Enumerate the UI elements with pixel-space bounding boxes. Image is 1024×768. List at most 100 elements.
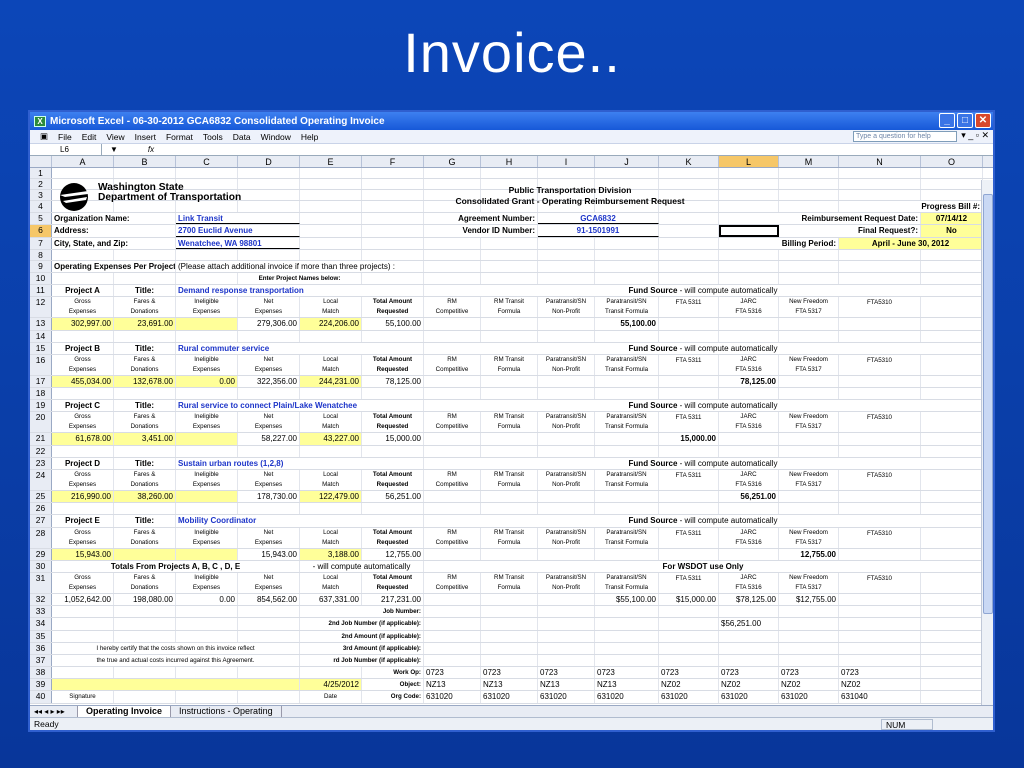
cell-m29[interactable]: 12,755.00: [779, 548, 839, 560]
cell-j17[interactable]: [595, 375, 659, 388]
cell-g16[interactable]: RM Competitive: [424, 354, 481, 375]
cell-d40[interactable]: [238, 691, 300, 703]
column-header-i[interactable]: I: [538, 156, 595, 167]
cell-o14[interactable]: [921, 330, 983, 342]
cell-k14[interactable]: [659, 330, 719, 342]
column-header-g[interactable]: G: [424, 156, 481, 167]
cell-j31[interactable]: Paratransit/SN Transit Formula: [595, 572, 659, 593]
row-header[interactable]: 19: [30, 400, 52, 412]
cell-l38[interactable]: 0723: [719, 667, 779, 679]
cell-i13[interactable]: [538, 318, 595, 330]
cell-c11[interactable]: Demand response transportation: [176, 285, 424, 297]
cell-m31[interactable]: New Freedom FTA 5317: [779, 572, 839, 593]
cell-b12[interactable]: Fares & Donations: [114, 297, 176, 318]
cell-n29[interactable]: [839, 548, 921, 560]
cell-m35[interactable]: [779, 630, 839, 642]
cell-b13[interactable]: 23,691.00: [114, 318, 176, 330]
cell-m3[interactable]: [779, 190, 839, 200]
cell-m10[interactable]: [779, 272, 839, 285]
cell-l32[interactable]: $78,125.00: [719, 593, 779, 606]
cell-o28[interactable]: [921, 527, 983, 548]
cell-j10[interactable]: [595, 272, 659, 285]
cell-j34[interactable]: [595, 618, 659, 630]
menu-edit[interactable]: Edit: [82, 132, 97, 142]
cell-c40[interactable]: [176, 691, 238, 703]
cell-l20[interactable]: JARC FTA 5316: [719, 412, 779, 433]
cell-g20[interactable]: RM Competitive: [424, 412, 481, 433]
cell-k25[interactable]: [659, 491, 719, 503]
cell-h20[interactable]: RM Transit Formula: [481, 412, 538, 433]
cell-l17[interactable]: 78,125.00: [719, 375, 779, 388]
row-header[interactable]: 6: [30, 225, 52, 237]
cell-b19[interactable]: Title:: [114, 400, 176, 412]
cell-e8[interactable]: [300, 249, 362, 260]
cell-i7[interactable]: [538, 237, 595, 249]
menu-format[interactable]: Format: [166, 132, 193, 142]
cell-d12[interactable]: Net Expenses: [238, 297, 300, 318]
cell-a21[interactable]: 61,678.00: [52, 433, 114, 445]
cell-c23[interactable]: Sustain urban routes (1,2,8): [176, 457, 424, 469]
cell-l5[interactable]: Reimbursement Request Date:: [719, 213, 921, 225]
cell-k10[interactable]: [659, 272, 719, 285]
cell-o39[interactable]: [921, 679, 983, 691]
row-header[interactable]: 20: [30, 412, 52, 433]
cell-k9[interactable]: [659, 260, 719, 272]
cell-h31[interactable]: RM Transit Formula: [481, 572, 538, 593]
cell-l33[interactable]: [719, 606, 779, 618]
cell-m9[interactable]: [779, 260, 839, 272]
row-header[interactable]: 24: [30, 470, 52, 490]
cell-m1[interactable]: [779, 168, 839, 178]
cell-g25[interactable]: [424, 491, 481, 503]
cell-a30[interactable]: Totals From Projects A, B, C , D, E: [52, 560, 300, 572]
cell-f4[interactable]: [362, 201, 424, 213]
cell-e18[interactable]: [300, 388, 362, 400]
cell-m12[interactable]: New Freedom FTA 5317: [779, 297, 839, 318]
row-header[interactable]: 27: [30, 515, 52, 527]
cell-o18[interactable]: [921, 388, 983, 400]
cell-j32[interactable]: $55,100.00: [595, 593, 659, 606]
cell-g21[interactable]: [424, 433, 481, 445]
row-header[interactable]: 36: [30, 642, 52, 654]
row-header[interactable]: 25: [30, 491, 52, 503]
cell-e21[interactable]: 43,227.00: [300, 433, 362, 445]
cell-n34[interactable]: [839, 618, 921, 630]
cell-l37[interactable]: [719, 654, 779, 667]
cell-i39[interactable]: NZ13: [538, 679, 595, 691]
cell-i33[interactable]: [538, 606, 595, 618]
cell-a39[interactable]: [52, 679, 300, 691]
cell-d18[interactable]: [238, 388, 300, 400]
cell-e4[interactable]: [300, 201, 362, 213]
cell-d17[interactable]: 322,356.00: [238, 375, 300, 388]
cell-j24[interactable]: Paratransit/SN Transit Formula: [595, 470, 659, 490]
cell-k5[interactable]: [659, 213, 719, 225]
help-search-input[interactable]: Type a question for help: [853, 131, 957, 142]
cell-b23[interactable]: Title:: [114, 457, 176, 469]
cell-m38[interactable]: 0723: [779, 667, 839, 679]
cell-h1[interactable]: [481, 168, 538, 178]
cell-i31[interactable]: Paratransit/SN Non-Profit: [538, 572, 595, 593]
workbook-icon[interactable]: ▣: [40, 131, 48, 142]
cell-b28[interactable]: Fares & Donations: [114, 527, 176, 548]
cell-g36[interactable]: [424, 642, 481, 654]
cell-a29[interactable]: 15,943.00: [52, 548, 114, 560]
cell-n22[interactable]: [839, 445, 921, 457]
cell-g33[interactable]: [424, 606, 481, 618]
cell-e34[interactable]: 2nd Job Number (if applicable):: [300, 618, 424, 630]
cell-o29[interactable]: [921, 548, 983, 560]
cell-n39[interactable]: NZ02: [839, 679, 921, 691]
cell-a20[interactable]: Gross Expenses: [52, 412, 114, 433]
cell-d25[interactable]: 178,730.00: [238, 491, 300, 503]
cell-h35[interactable]: [481, 630, 538, 642]
cell-f22[interactable]: [362, 445, 424, 457]
cell-c9[interactable]: (Please attach additional invoice if mor…: [176, 260, 424, 272]
cell-h10[interactable]: [481, 272, 538, 285]
cell-m40[interactable]: 631020: [779, 691, 839, 703]
cell-l14[interactable]: [719, 330, 779, 342]
cell-e37[interactable]: rd Job Number (if applicable):: [300, 654, 424, 667]
menu-tools[interactable]: Tools: [203, 132, 223, 142]
cell-j33[interactable]: [595, 606, 659, 618]
cell-e40[interactable]: Date: [300, 691, 362, 703]
cell-o2[interactable]: [921, 179, 983, 189]
cell-g24[interactable]: RM Competitive: [424, 470, 481, 490]
cell-c7[interactable]: Wenatchee, WA 98801: [176, 237, 300, 249]
